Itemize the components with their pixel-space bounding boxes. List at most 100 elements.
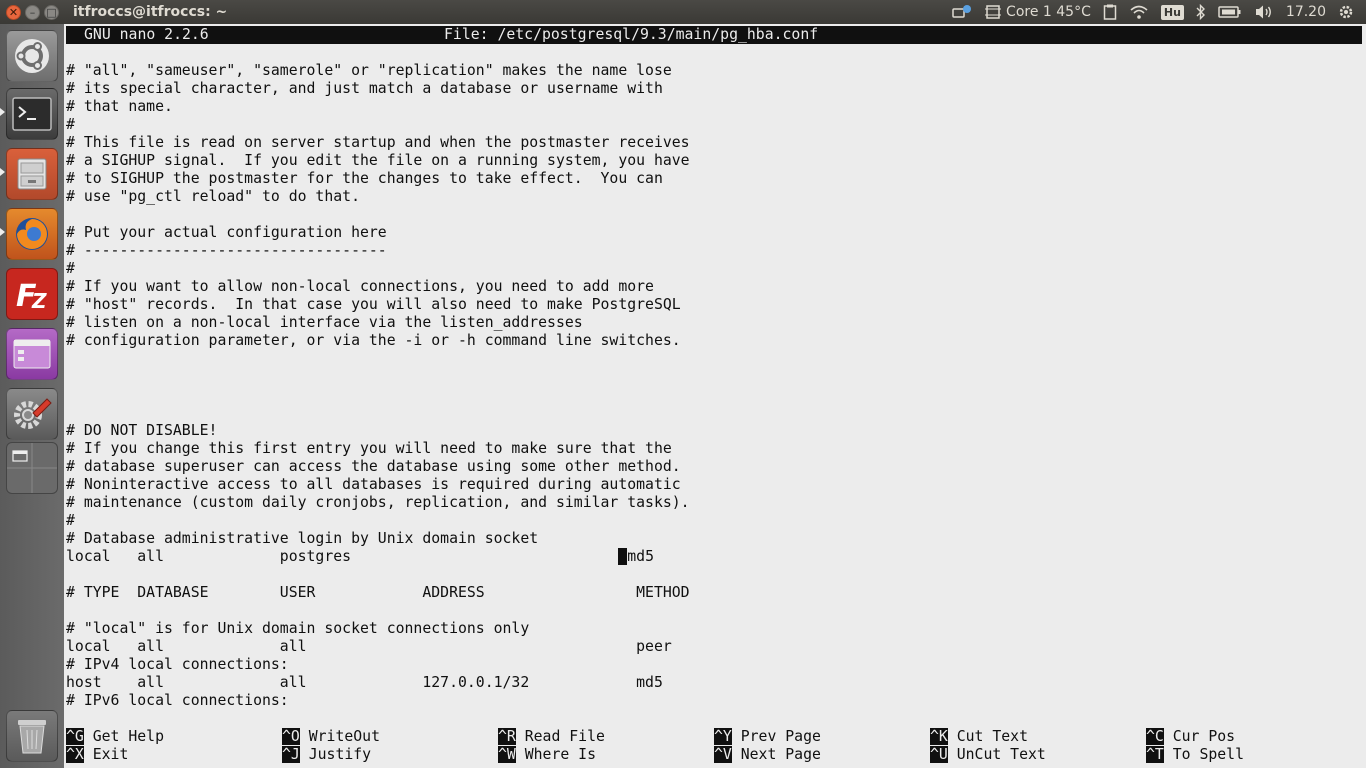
keyboard-layout-indicator[interactable]: Hu <box>1160 4 1184 20</box>
editor-line: # <box>66 512 75 529</box>
text-cursor <box>618 548 628 565</box>
shortcut-label: Cut Text <box>947 728 1029 745</box>
shortcut-item[interactable]: ^V Next Page <box>714 746 821 764</box>
gear-icon <box>1339 5 1353 19</box>
shortcut-item[interactable]: ^C Cur Pos <box>1146 728 1235 746</box>
editor-area[interactable]: # "all", "sameuser", "samerole" or "repl… <box>66 62 690 710</box>
editor-line: # ---------------------------------- <box>66 242 387 259</box>
shortcut-key: ^X <box>66 746 84 763</box>
cursor-line-after: md5 <box>627 548 654 565</box>
top-panel: ✕ – □ itfroccs@itfroccs: ~ Core 1 45°C H… <box>0 0 1366 24</box>
editor-line: # This file is read on server startup an… <box>66 134 690 151</box>
editor-line: # If you change this first entry you wil… <box>66 440 672 457</box>
editor-line: # <box>66 260 75 277</box>
nano-title-bar: GNU nano 2.2.6 File: /etc/postgresql/9.3… <box>66 26 1362 44</box>
volume-icon <box>1255 5 1271 19</box>
keyboard-layout-label: Hu <box>1160 4 1184 20</box>
shortcut-key: ^O <box>282 728 300 745</box>
launcher-dash-button[interactable] <box>6 30 58 82</box>
launcher-terminal-button[interactable] <box>6 88 58 140</box>
terminal-running-pip <box>0 108 5 116</box>
shortcut-key: ^J <box>282 746 300 763</box>
launcher-workspaces-button[interactable] <box>6 442 58 494</box>
shortcut-key: ^G <box>66 728 84 745</box>
files-running-pip <box>0 168 5 176</box>
shortcut-label: Cur Pos <box>1163 728 1236 745</box>
file-cabinet-icon <box>17 158 47 190</box>
shortcut-item[interactable]: ^T To Spell <box>1146 746 1244 764</box>
shortcut-item[interactable]: ^Y Prev Page <box>714 728 821 746</box>
shortcut-key: ^K <box>930 728 948 745</box>
indicator-area: Core 1 45°C Hu 17.20 <box>952 0 1366 24</box>
launcher: F Z <box>0 24 65 768</box>
shortcut-item[interactable]: ^G Get Help <box>66 728 164 746</box>
launcher-tweak-button[interactable] <box>6 328 58 380</box>
shortcut-label: Justify <box>299 746 372 763</box>
shortcut-key: ^T <box>1146 746 1164 763</box>
wifi-indicator[interactable] <box>1129 4 1149 20</box>
cpu-temp-indicator[interactable]: Core 1 45°C <box>984 4 1091 20</box>
shortcut-key: ^R <box>498 728 516 745</box>
clipboard-icon <box>1103 4 1117 20</box>
shortcut-key: ^Y <box>714 728 732 745</box>
shortcut-item[interactable]: ^U UnCut Text <box>930 746 1046 764</box>
launcher-filezilla-button[interactable]: F Z <box>6 268 58 320</box>
shortcut-label: Get Help <box>83 728 165 745</box>
bluetooth-indicator[interactable] <box>1196 4 1206 20</box>
editor-line: # to SIGHUP the postmaster for the chang… <box>66 170 663 187</box>
launcher-firefox-button[interactable] <box>6 208 58 260</box>
clipboard-indicator[interactable] <box>1103 4 1117 20</box>
cursor-line-before: local all postgres <box>66 548 619 565</box>
clock-label: 17.20 <box>1285 4 1326 20</box>
window-title: itfroccs@itfroccs: ~ <box>73 4 228 20</box>
shortcut-item[interactable]: ^O WriteOut <box>282 728 380 746</box>
firefox-running-pip <box>0 228 5 236</box>
editor-line: # IPv4 local connections: <box>66 656 289 673</box>
window-app-icon <box>13 339 51 369</box>
editor-line: # Put your actual configuration here <box>66 224 387 241</box>
editor-line: # database superuser can access the data… <box>66 458 681 475</box>
maximize-window-button[interactable]: □ <box>44 4 59 20</box>
shortcut-key: ^V <box>714 746 732 763</box>
minimize-window-button[interactable]: – <box>25 4 40 20</box>
shortcut-item[interactable]: ^R Read File <box>498 728 605 746</box>
trash-icon <box>18 720 46 754</box>
editor-line: local all all peer <box>66 638 672 655</box>
shortcut-label: To Spell <box>1163 746 1245 763</box>
bluetooth-icon <box>1196 4 1205 20</box>
clock-indicator[interactable]: 17.20 <box>1286 4 1326 20</box>
editor-line: host all all 127.0.0.1/32 md5 <box>66 674 663 691</box>
editor-line: # TYPE DATABASE USER ADDRESS METHOD <box>66 584 690 601</box>
shortcut-label: Where Is <box>515 746 597 763</box>
editor-line: # configuration parameter, or via the -i… <box>66 332 681 349</box>
terminal-window[interactable]: GNU nano 2.2.6 File: /etc/postgresql/9.3… <box>64 24 1366 768</box>
editor-line: # "host" records. In that case you will … <box>66 296 681 313</box>
nano-shortcut-bar: ^G Get Help ^X Exit ^O WriteOut ^J Justify ^… <box>66 728 1362 764</box>
editor-line: # Noninteractive access to all databases… <box>66 476 681 493</box>
editor-line: # listen on a non-local interface via th… <box>66 314 583 331</box>
shortcut-item[interactable]: ^K Cut Text <box>930 728 1028 746</box>
close-window-button[interactable]: ✕ <box>6 4 21 20</box>
svg-text:Z: Z <box>31 289 47 313</box>
volume-indicator[interactable] <box>1254 4 1274 20</box>
cpu-chip-icon <box>985 5 1002 19</box>
editor-line-with-cursor: local all postgres md5 <box>66 548 690 566</box>
editor-line: # <box>66 116 75 133</box>
battery-indicator[interactable] <box>1218 5 1242 19</box>
launcher-files-button[interactable] <box>6 148 58 200</box>
shortcut-item[interactable]: ^X Exit <box>66 746 128 764</box>
launcher-trash-button[interactable] <box>6 710 58 762</box>
launcher-settings-button[interactable] <box>6 388 58 440</box>
shortcut-key: ^C <box>1146 728 1164 745</box>
battery-icon <box>1218 6 1241 18</box>
network-share-indicator[interactable] <box>952 4 972 20</box>
nano-filename: File: /etc/postgresql/9.3/main/pg_hba.co… <box>444 26 819 43</box>
shortcut-item[interactable]: ^W Where Is <box>498 746 596 764</box>
shortcut-item[interactable]: ^J Justify <box>282 746 371 764</box>
session-indicator[interactable] <box>1338 4 1354 20</box>
shortcut-label: UnCut Text <box>947 746 1046 763</box>
